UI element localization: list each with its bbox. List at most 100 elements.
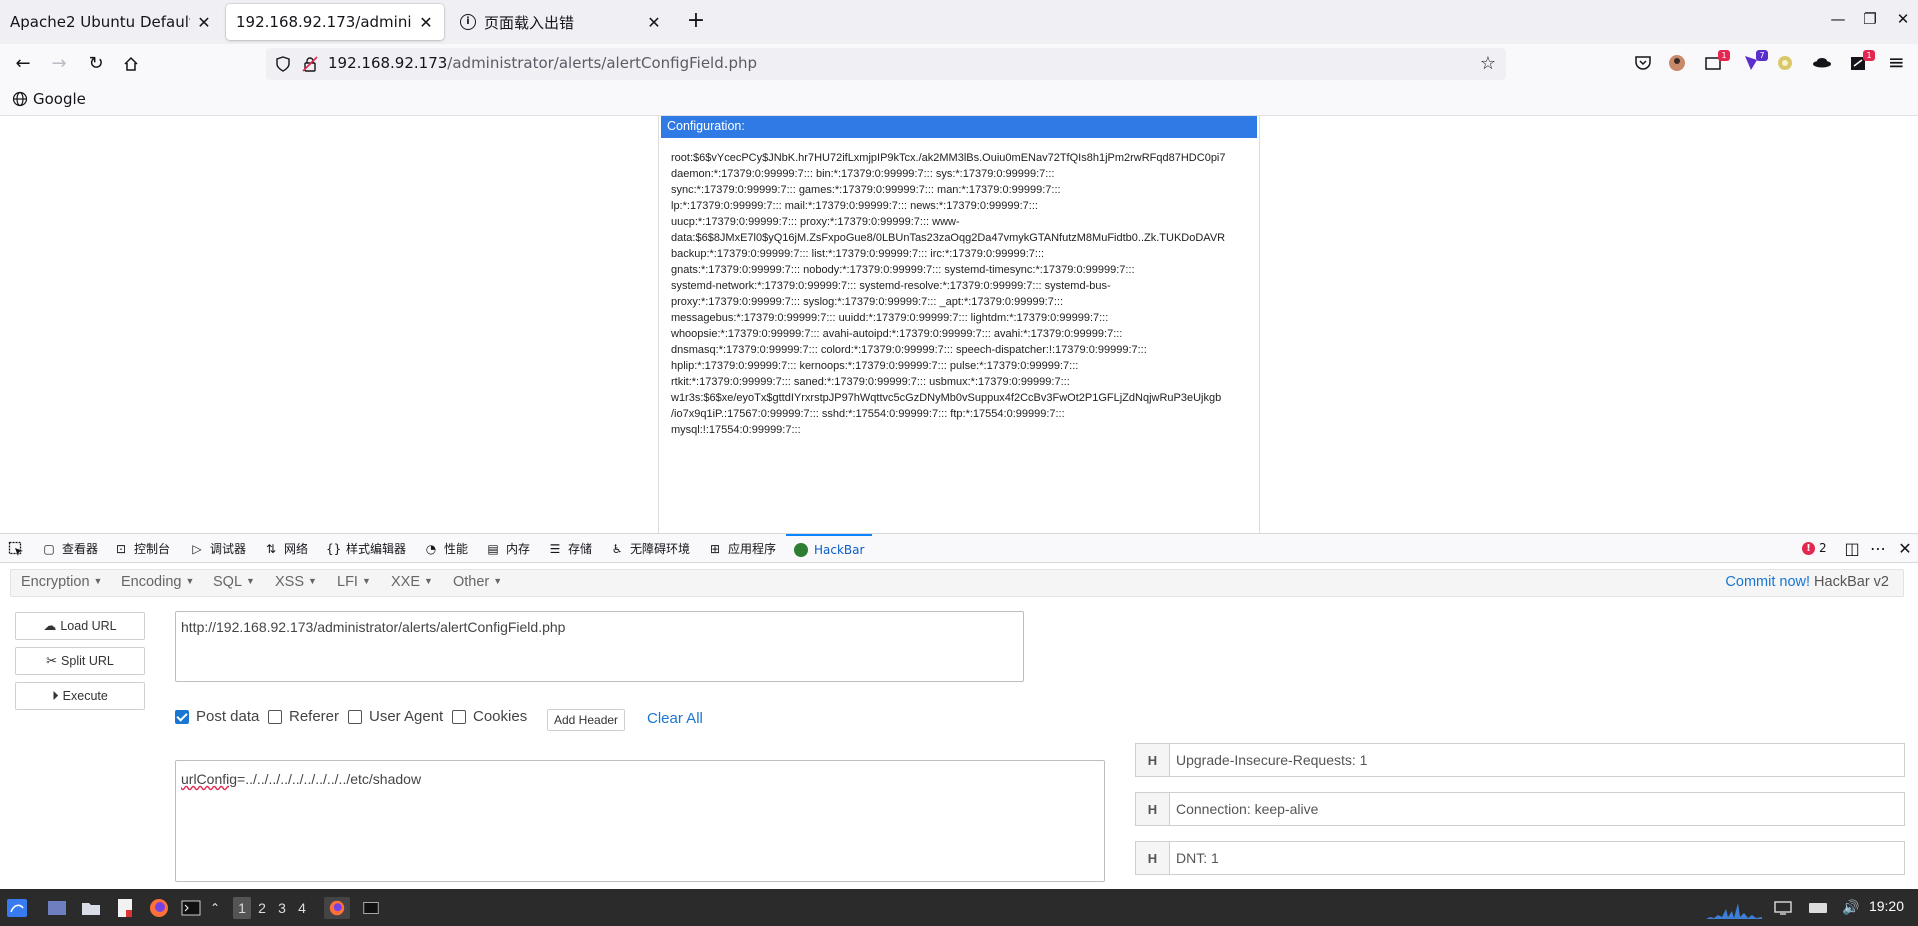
commit-link[interactable]: Commit now! HackBar v2	[1725, 574, 1889, 590]
devtools-tab-debugger[interactable]: ▷ 调试器	[190, 534, 246, 563]
menu-icon[interactable]: ≡	[1888, 52, 1908, 72]
extension-icon-3[interactable]	[1776, 54, 1796, 74]
checkbox[interactable]	[452, 709, 466, 724]
keyboard-icon[interactable]	[1806, 897, 1830, 919]
devtools-tab-performance[interactable]: ◔ 性能	[424, 534, 468, 563]
header-value-input[interactable]: Connection: keep-alive	[1169, 792, 1905, 826]
kali-menu-icon[interactable]	[4, 897, 30, 919]
close-icon[interactable]: ✕	[646, 13, 662, 32]
close-devtools-icon[interactable]: ✕	[1895, 539, 1915, 559]
checkbox-checked[interactable]	[175, 709, 189, 724]
bookmark-star-icon[interactable]: ☆	[1480, 53, 1496, 74]
shield-icon[interactable]	[276, 56, 290, 72]
header-toggle-button[interactable]: H	[1135, 841, 1169, 875]
post-data-checkbox[interactable]: Post data	[175, 708, 259, 725]
extension-icon-4[interactable]	[1812, 54, 1832, 74]
caret-down-icon: ▼	[493, 576, 503, 586]
tab-apache-default[interactable]: Apache2 Ubuntu Default Page ✕	[0, 4, 222, 40]
devtools-tab-console[interactable]: ⊡ 控制台	[114, 534, 170, 563]
checkbox-label: Post data	[196, 708, 260, 725]
extension-icon-1[interactable]: 1	[1704, 50, 1730, 74]
forward-icon[interactable]: →	[47, 52, 71, 76]
checkbox[interactable]	[348, 709, 362, 724]
menu-other[interactable]: Other ▼	[453, 574, 502, 590]
url-textarea[interactable]: http://192.168.92.173/administrator/aler…	[175, 611, 1024, 682]
close-window-icon[interactable]: ✕	[1893, 10, 1913, 30]
button-label: Split URL	[61, 654, 114, 668]
text-editor-icon[interactable]	[114, 897, 136, 919]
element-picker-icon[interactable]	[8, 541, 24, 557]
header-value-input[interactable]: Upgrade-Insecure-Requests: 1	[1169, 743, 1905, 777]
bookmark-google[interactable]: Google	[12, 90, 86, 108]
devtools-tab-memory[interactable]: ▤ 内存	[486, 534, 530, 563]
terminal-icon[interactable]	[180, 897, 202, 919]
header-toggle-button[interactable]: H	[1135, 792, 1169, 826]
extension-icon-2[interactable]: 7	[1742, 50, 1768, 74]
play-circle-icon: ⏵	[52, 688, 59, 703]
workspace-1[interactable]: 1	[233, 897, 251, 919]
insecure-lock-icon[interactable]	[302, 56, 318, 72]
info-icon: i	[460, 14, 476, 30]
tab-load-error[interactable]: i 页面载入出错 ✕	[450, 4, 672, 40]
add-header-button[interactable]: Add Header	[547, 709, 626, 731]
header-row: H DNT: 1	[1135, 841, 1905, 875]
tab-administrator[interactable]: 192.168.92.173/administrator ✕	[226, 4, 444, 40]
header-value-input[interactable]: DNT: 1	[1169, 841, 1905, 875]
header-toggle-button[interactable]: H	[1135, 743, 1169, 777]
devtools-tab-style-editor[interactable]: {} 样式编辑器	[326, 534, 406, 563]
devtools-tab-application[interactable]: ⊞ 应用程序	[708, 534, 776, 563]
restore-icon[interactable]: ❐	[1860, 10, 1880, 30]
referer-checkbox[interactable]: Referer	[268, 708, 339, 725]
devtools-tab-inspector[interactable]: ▢ 查看器	[42, 534, 98, 563]
execute-button[interactable]: ⏵ Execute	[15, 682, 145, 710]
terminal-window-button[interactable]	[358, 897, 384, 919]
file-manager-icon[interactable]	[80, 897, 102, 919]
devtools-tab-accessibility[interactable]: ♿ 无障碍环境	[610, 534, 690, 563]
clear-all-link[interactable]: Clear All	[647, 710, 703, 727]
network-icon: ⇅	[265, 541, 277, 556]
badge: 1	[1718, 50, 1730, 61]
split-url-button[interactable]: ✂ Split URL	[15, 647, 145, 675]
cookies-checkbox[interactable]: Cookies	[452, 708, 527, 725]
workspace-3[interactable]: 3	[273, 897, 291, 919]
minimize-icon[interactable]: —	[1828, 10, 1848, 30]
firefox-window-button[interactable]	[324, 897, 350, 919]
workspace-2[interactable]: 2	[253, 897, 271, 919]
workspace-4[interactable]: 4	[293, 897, 311, 919]
menu-encoding[interactable]: Encoding ▼	[121, 574, 194, 590]
load-url-button[interactable]: ☁ Load URL	[15, 612, 145, 640]
menu-encryption[interactable]: Encryption ▼	[21, 574, 102, 590]
post-data-textarea[interactable]: urlConfig=../../../../../../../../../etc…	[175, 760, 1105, 882]
chevron-up-icon[interactable]: ⌃	[208, 897, 222, 919]
menu-xxe[interactable]: XXE ▼	[391, 574, 433, 590]
devtools-tab-network[interactable]: ⇅ 网络	[264, 534, 308, 563]
volume-icon[interactable]: 🔊	[1840, 897, 1862, 919]
more-options-icon[interactable]: ⋯	[1868, 539, 1888, 559]
url-text[interactable]: 192.168.92.173/administrator/alerts/aler…	[328, 54, 757, 72]
close-icon[interactable]: ✕	[196, 13, 212, 32]
commit-now-label: Commit now!	[1725, 574, 1811, 590]
devtools-tab-storage[interactable]: ☰ 存储	[548, 534, 592, 563]
error-count[interactable]: ! 2	[1802, 541, 1827, 555]
firefox-icon[interactable]	[148, 897, 170, 919]
menu-xss[interactable]: XSS ▼	[275, 574, 317, 590]
home-icon[interactable]	[119, 52, 143, 76]
tab-label: Apache2 Ubuntu Default Page	[10, 13, 190, 31]
show-desktop-icon[interactable]	[46, 897, 68, 919]
reload-icon[interactable]: ↻	[84, 52, 108, 76]
menu-lfi[interactable]: LFI ▼	[337, 574, 371, 590]
user-agent-checkbox[interactable]: User Agent	[348, 708, 443, 725]
url-bar[interactable]: 192.168.92.173/administrator/alerts/aler…	[266, 48, 1506, 80]
dock-side-icon[interactable]: ◫	[1842, 539, 1862, 559]
account-avatar-icon[interactable]	[1668, 54, 1688, 74]
extension-icon-5[interactable]: 1	[1849, 50, 1875, 74]
pocket-icon[interactable]	[1634, 54, 1654, 74]
close-icon[interactable]: ✕	[418, 13, 434, 32]
new-tab-button[interactable]: +	[684, 10, 708, 34]
checkbox[interactable]	[268, 709, 282, 724]
back-icon[interactable]: ←	[11, 52, 35, 76]
menu-sql[interactable]: SQL ▼	[213, 574, 255, 590]
devtools-tab-hackbar[interactable]: HackBar	[786, 534, 873, 563]
display-icon[interactable]	[1772, 897, 1794, 919]
checkbox-label: Referer	[289, 708, 340, 725]
